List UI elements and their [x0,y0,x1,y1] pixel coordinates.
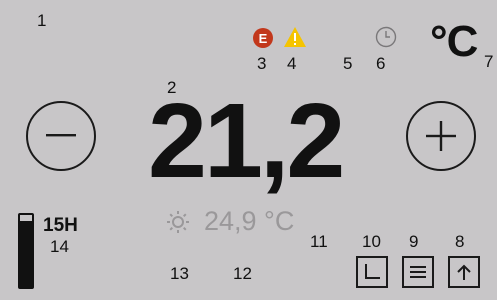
menu-button[interactable] [402,256,434,288]
callout-12: 12 [233,264,252,283]
sun-icon [166,210,190,234]
menu-icon [410,266,426,278]
setpoint-temperature: 21,2 [148,82,345,200]
callout-7: 7 [484,52,494,71]
arrow-up-icon [457,264,471,280]
schedule-button[interactable] [356,256,388,288]
callout-4: 4 [287,54,297,73]
callout-6: 6 [376,54,386,73]
increase-button[interactable] [406,101,476,171]
error-badge[interactable]: E [253,28,273,48]
plus-icon [426,121,456,151]
timer-level-bar [18,213,34,289]
callout-10: 10 [362,232,381,251]
callout-11: 11 [310,232,328,251]
unit-label[interactable]: °C [430,20,478,64]
callout-13: 13 [170,264,189,283]
timer-level-gap [20,215,32,221]
schedule-icon [365,264,380,279]
clock-icon[interactable] [375,26,397,48]
minus-icon [46,134,76,137]
callout-14: 14 [50,237,69,256]
actual-temperature: 24,9 °C [204,206,295,236]
decrease-button[interactable] [26,101,96,171]
callout-5: 5 [343,54,353,73]
error-letter: E [258,30,268,46]
warning-icon[interactable] [283,26,307,48]
callout-9: 9 [409,232,419,251]
callout-8: 8 [455,232,465,251]
callout-3: 3 [257,54,267,73]
callout-1: 1 [37,11,47,30]
timer-hours-label[interactable]: 15H [43,216,78,235]
up-button[interactable] [448,256,480,288]
